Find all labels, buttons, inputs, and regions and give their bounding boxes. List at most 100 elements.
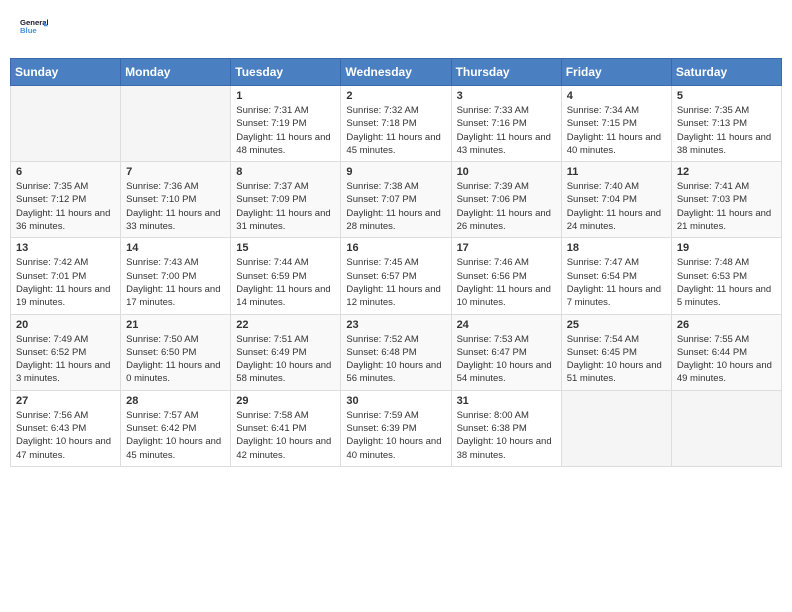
calendar-cell: 18Sunrise: 7:47 AM Sunset: 6:54 PM Dayli… <box>561 238 671 314</box>
calendar-cell: 31 Sunrise: 8:00 AM Sunset: 6:38 PM Dayli… <box>451 390 561 466</box>
calendar-cell: 23Sunrise: 7:52 AM Sunset: 6:48 PM Dayli… <box>341 314 451 390</box>
day-info: Sunrise: 7:31 AM Sunset: 7:19 PM Dayligh… <box>236 104 335 157</box>
day-number: 9 <box>346 166 445 178</box>
day-info: Sunrise: 7:35 AM Sunset: 7:13 PM Dayligh… <box>677 104 776 157</box>
day-info: Sunrise: 7:56 AM Sunset: 6:43 PM Dayligh… <box>16 409 115 462</box>
day-number: 13 <box>16 242 115 254</box>
day-info: Sunrise: 7:54 AM Sunset: 6:45 PM Dayligh… <box>567 333 666 386</box>
calendar-cell: 24Sunrise: 7:53 AM Sunset: 6:47 PM Dayli… <box>451 314 561 390</box>
day-number: 3 <box>457 90 556 102</box>
calendar-cell: 14 Sunrise: 7:43 AM Sunset: 7:00 PM Dayli… <box>121 238 231 314</box>
day-number: 7 <box>126 166 225 178</box>
logo: General Blue <box>20 15 48 43</box>
calendar-cell: 26 Sunrise: 7:55 AM Sunset: 6:44 PM Dayli… <box>671 314 781 390</box>
day-info: Sunrise: 7:36 AM Sunset: 7:10 PM Dayligh… <box>126 180 225 233</box>
day-number: 1 <box>236 90 335 102</box>
day-number: 25 <box>567 319 666 331</box>
calendar-cell: 17 Sunrise: 7:46 AM Sunset: 6:56 PM Dayli… <box>451 238 561 314</box>
calendar-cell: 27 Sunrise: 7:56 AM Sunset: 6:43 PM Dayli… <box>11 390 121 466</box>
calendar-cell <box>671 390 781 466</box>
day-info: Sunrise: 7:43 AM Sunset: 7:00 PM Dayligh… <box>126 256 225 309</box>
day-info: Sunrise: 7:42 AM Sunset: 7:01 PM Dayligh… <box>16 256 115 309</box>
calendar-cell: 19 Sunrise: 7:48 AM Sunset: 6:53 PM Dayli… <box>671 238 781 314</box>
calendar-cell: 25 Sunrise: 7:54 AM Sunset: 6:45 PM Dayli… <box>561 314 671 390</box>
weekday-header-saturday: Saturday <box>671 59 781 86</box>
day-info: Sunrise: 7:51 AM Sunset: 6:49 PM Dayligh… <box>236 333 335 386</box>
day-number: 29 <box>236 395 335 407</box>
calendar-cell: 3 Sunrise: 7:33 AM Sunset: 7:16 PM Daylig… <box>451 86 561 162</box>
weekday-header-monday: Monday <box>121 59 231 86</box>
day-info: Sunrise: 7:57 AM Sunset: 6:42 PM Dayligh… <box>126 409 225 462</box>
day-number: 30 <box>346 395 445 407</box>
day-info: Sunrise: 7:48 AM Sunset: 6:53 PM Dayligh… <box>677 256 776 309</box>
day-number: 31 <box>457 395 556 407</box>
day-number: 10 <box>457 166 556 178</box>
day-number: 18 <box>567 242 666 254</box>
day-number: 21 <box>126 319 225 331</box>
calendar-cell: 28Sunrise: 7:57 AM Sunset: 6:42 PM Dayli… <box>121 390 231 466</box>
day-number: 19 <box>677 242 776 254</box>
calendar-week-row: 1 Sunrise: 7:31 AM Sunset: 7:19 PM Daylig… <box>11 86 782 162</box>
calendar-cell: 20 Sunrise: 7:49 AM Sunset: 6:52 PM Dayli… <box>11 314 121 390</box>
calendar-cell: 2 Sunrise: 7:32 AM Sunset: 7:18 PM Daylig… <box>341 86 451 162</box>
day-info: Sunrise: 7:55 AM Sunset: 6:44 PM Dayligh… <box>677 333 776 386</box>
day-info: Sunrise: 7:33 AM Sunset: 7:16 PM Dayligh… <box>457 104 556 157</box>
day-number: 14 <box>126 242 225 254</box>
calendar-week-row: 27 Sunrise: 7:56 AM Sunset: 6:43 PM Dayli… <box>11 390 782 466</box>
calendar-cell: 4 Sunrise: 7:34 AM Sunset: 7:15 PM Daylig… <box>561 86 671 162</box>
day-number: 22 <box>236 319 335 331</box>
day-info: Sunrise: 7:45 AM Sunset: 6:57 PM Dayligh… <box>346 256 445 309</box>
day-number: 17 <box>457 242 556 254</box>
calendar-cell: 5 Sunrise: 7:35 AM Sunset: 7:13 PM Daylig… <box>671 86 781 162</box>
weekday-header-friday: Friday <box>561 59 671 86</box>
calendar-cell: 10 Sunrise: 7:39 AM Sunset: 7:06 PM Dayli… <box>451 162 561 238</box>
calendar-cell: 21 Sunrise: 7:50 AM Sunset: 6:50 PM Dayli… <box>121 314 231 390</box>
day-info: Sunrise: 7:58 AM Sunset: 6:41 PM Dayligh… <box>236 409 335 462</box>
day-number: 11 <box>567 166 666 178</box>
calendar-table: SundayMondayTuesdayWednesdayThursdayFrid… <box>10 58 782 467</box>
calendar-cell: 13 Sunrise: 7:42 AM Sunset: 7:01 PM Dayli… <box>11 238 121 314</box>
day-info: Sunrise: 7:59 AM Sunset: 6:39 PM Dayligh… <box>346 409 445 462</box>
calendar-week-row: 20 Sunrise: 7:49 AM Sunset: 6:52 PM Dayli… <box>11 314 782 390</box>
day-info: Sunrise: 7:35 AM Sunset: 7:12 PM Dayligh… <box>16 180 115 233</box>
day-number: 5 <box>677 90 776 102</box>
day-info: Sunrise: 7:37 AM Sunset: 7:09 PM Dayligh… <box>236 180 335 233</box>
day-info: Sunrise: 7:40 AM Sunset: 7:04 PM Dayligh… <box>567 180 666 233</box>
day-number: 26 <box>677 319 776 331</box>
calendar-cell: 15Sunrise: 7:44 AM Sunset: 6:59 PM Dayli… <box>231 238 341 314</box>
calendar-week-row: 6Sunrise: 7:35 AM Sunset: 7:12 PM Daylig… <box>11 162 782 238</box>
day-info: Sunrise: 7:46 AM Sunset: 6:56 PM Dayligh… <box>457 256 556 309</box>
day-info: Sunrise: 7:49 AM Sunset: 6:52 PM Dayligh… <box>16 333 115 386</box>
day-number: 24 <box>457 319 556 331</box>
logo-icon: General Blue <box>20 15 48 43</box>
day-info: Sunrise: 7:44 AM Sunset: 6:59 PM Dayligh… <box>236 256 335 309</box>
day-number: 27 <box>16 395 115 407</box>
day-number: 4 <box>567 90 666 102</box>
day-info: Sunrise: 7:34 AM Sunset: 7:15 PM Dayligh… <box>567 104 666 157</box>
day-info: Sunrise: 7:32 AM Sunset: 7:18 PM Dayligh… <box>346 104 445 157</box>
weekday-header-row: SundayMondayTuesdayWednesdayThursdayFrid… <box>11 59 782 86</box>
calendar-cell: 16 Sunrise: 7:45 AM Sunset: 6:57 PM Dayli… <box>341 238 451 314</box>
day-info: Sunrise: 8:00 AM Sunset: 6:38 PM Dayligh… <box>457 409 556 462</box>
weekday-header-wednesday: Wednesday <box>341 59 451 86</box>
day-info: Sunrise: 7:52 AM Sunset: 6:48 PM Dayligh… <box>346 333 445 386</box>
calendar-cell <box>121 86 231 162</box>
calendar-week-row: 13 Sunrise: 7:42 AM Sunset: 7:01 PM Dayli… <box>11 238 782 314</box>
day-info: Sunrise: 7:38 AM Sunset: 7:07 PM Dayligh… <box>346 180 445 233</box>
weekday-header-sunday: Sunday <box>11 59 121 86</box>
day-number: 2 <box>346 90 445 102</box>
day-number: 20 <box>16 319 115 331</box>
calendar-cell: 11 Sunrise: 7:40 AM Sunset: 7:04 PM Dayli… <box>561 162 671 238</box>
svg-text:Blue: Blue <box>20 26 37 35</box>
day-info: Sunrise: 7:41 AM Sunset: 7:03 PM Dayligh… <box>677 180 776 233</box>
day-info: Sunrise: 7:50 AM Sunset: 6:50 PM Dayligh… <box>126 333 225 386</box>
calendar-cell: 22 Sunrise: 7:51 AM Sunset: 6:49 PM Dayli… <box>231 314 341 390</box>
day-number: 16 <box>346 242 445 254</box>
day-number: 12 <box>677 166 776 178</box>
calendar-cell: 12 Sunrise: 7:41 AM Sunset: 7:03 PM Dayli… <box>671 162 781 238</box>
weekday-header-tuesday: Tuesday <box>231 59 341 86</box>
day-info: Sunrise: 7:39 AM Sunset: 7:06 PM Dayligh… <box>457 180 556 233</box>
calendar-cell: 9 Sunrise: 7:38 AM Sunset: 7:07 PM Daylig… <box>341 162 451 238</box>
calendar-cell: 30 Sunrise: 7:59 AM Sunset: 6:39 PM Dayli… <box>341 390 451 466</box>
calendar-cell: 8Sunrise: 7:37 AM Sunset: 7:09 PM Daylig… <box>231 162 341 238</box>
